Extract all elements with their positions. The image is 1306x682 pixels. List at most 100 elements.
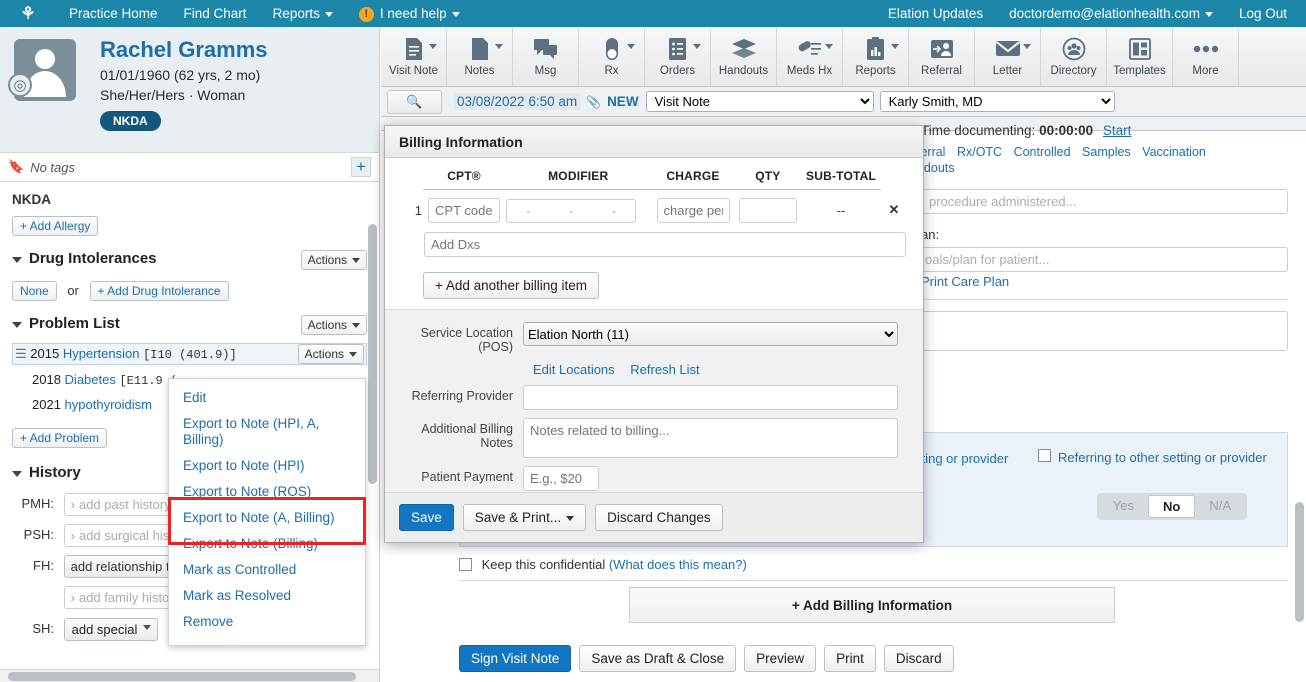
paperclip-icon[interactable]: 📎 — [586, 95, 601, 109]
referring-provider-input[interactable] — [523, 385, 898, 410]
billing-notes-textarea[interactable] — [523, 418, 898, 458]
sh-select[interactable]: add special — [64, 618, 159, 641]
toolbar-templates[interactable]: Templates — [1107, 27, 1173, 86]
chevron-down-icon[interactable] — [429, 44, 437, 49]
toolbar-orders[interactable]: Orders — [645, 27, 711, 86]
drag-handle-icon[interactable]: ☰ — [15, 346, 27, 361]
collapse-icon[interactable] — [12, 471, 22, 477]
toolbar-letter[interactable]: Letter — [975, 27, 1041, 86]
add-billing-information-button[interactable]: + Add Billing Information — [629, 587, 1115, 623]
search-input[interactable]: 🔍 — [387, 90, 442, 114]
note-provider-select[interactable]: Karly Smith, MD — [880, 91, 1115, 112]
toolbar-more[interactable]: More — [1173, 27, 1239, 86]
toolbar-handouts[interactable]: Handouts — [711, 27, 777, 86]
print-care-plan-link[interactable]: Print Care Plan — [921, 274, 1009, 289]
nav-practice-home[interactable]: Practice Home — [56, 0, 171, 27]
toolbar-reports[interactable]: Reports — [843, 27, 909, 86]
quick-link-controlled[interactable]: Controlled — [1014, 145, 1071, 159]
close-x-icon[interactable]: ✕ — [881, 190, 907, 225]
preview-button[interactable]: Preview — [744, 645, 816, 672]
chevron-down-icon[interactable] — [627, 44, 635, 49]
add-tag-button[interactable]: + — [351, 157, 371, 177]
note-type-select[interactable]: Visit Note — [646, 91, 874, 112]
toggle-no[interactable]: No — [1148, 495, 1195, 518]
drug-intolerance-none-button[interactable]: None — [12, 281, 57, 301]
charge-input[interactable] — [657, 198, 730, 223]
chevron-down-icon[interactable] — [1023, 44, 1031, 49]
menu-item-mark-as-controlled[interactable]: Mark as Controlled — [169, 557, 365, 583]
chevron-down-icon[interactable] — [693, 44, 701, 49]
procedure-field[interactable]: procedure administered... — [921, 189, 1288, 214]
confidential-help-link[interactable]: (What does this mean?) — [609, 557, 747, 572]
edit-locations-link[interactable]: Edit Locations — [533, 362, 615, 377]
discard-changes-button[interactable]: Discard Changes — [595, 504, 723, 531]
refresh-list-link[interactable]: Refresh List — [630, 362, 699, 377]
nav-elation-updates[interactable]: Elation Updates — [875, 0, 996, 27]
menu-item-remove[interactable]: Remove — [169, 609, 365, 635]
sidebar-horizontal-scrollbar[interactable] — [0, 669, 380, 682]
menu-item-export-billing[interactable]: Export to Note (Billing) — [169, 531, 365, 557]
problem-actions-button[interactable]: Actions — [298, 344, 364, 364]
service-location-select[interactable]: Elation North (11) — [523, 322, 898, 346]
problem-list-actions-button[interactable]: Actions — [301, 315, 367, 335]
toolbar-meds-hx[interactable]: Meds Hx — [777, 27, 843, 86]
modifier-input-group[interactable]: - - - — [506, 199, 636, 223]
menu-item-mark-as-resolved[interactable]: Mark as Resolved — [169, 583, 365, 609]
print-button[interactable]: Print — [824, 645, 876, 672]
collapse-icon[interactable] — [12, 322, 22, 328]
yes-no-na-toggle[interactable]: Yes No N/A — [1097, 493, 1247, 520]
add-another-billing-item-button[interactable]: + Add another billing item — [423, 272, 599, 299]
save-as-draft-button[interactable]: Save as Draft & Close — [579, 645, 736, 672]
problem-name[interactable]: Hypertension — [63, 346, 140, 361]
menu-item-edit[interactable]: Edit — [169, 385, 365, 411]
referring-to-checkbox[interactable] — [1038, 449, 1051, 462]
modifier-2[interactable]: - — [569, 204, 573, 218]
save-button[interactable]: Save — [399, 504, 454, 531]
problem-name[interactable]: hypothyroidism — [65, 397, 152, 412]
chevron-down-icon[interactable] — [891, 44, 899, 49]
note-scrollbar[interactable] — [1295, 172, 1304, 672]
add-drug-intolerance-button[interactable]: + Add Drug Intolerance — [90, 281, 229, 301]
add-allergy-button[interactable]: + Add Allergy — [12, 216, 98, 236]
nav-log-out[interactable]: Log Out — [1226, 0, 1300, 27]
qty-input[interactable] — [739, 198, 797, 223]
modifier-3[interactable]: - — [612, 204, 616, 218]
toolbar-notes[interactable]: Notes — [447, 27, 513, 86]
modifier-1[interactable]: - — [526, 204, 530, 218]
nav-account-menu[interactable]: doctordemo@elationhealth.com — [996, 0, 1226, 27]
patient-payment-input[interactable] — [523, 466, 599, 491]
quick-link-vaccination[interactable]: Vaccination — [1142, 145, 1206, 159]
problem-name[interactable]: Diabetes — [65, 372, 116, 387]
sidebar-scrollbar[interactable] — [368, 182, 377, 680]
collapse-icon[interactable] — [12, 257, 22, 263]
save-and-print-button[interactable]: Save & Print... — [463, 504, 586, 531]
status-badge[interactable]: NKDA — [100, 111, 161, 131]
menu-item-export-a-billing[interactable]: Export to Note (A, Billing) — [169, 505, 365, 531]
quick-link-samples[interactable]: Samples — [1082, 145, 1131, 159]
patient-name[interactable]: Rachel Gramms — [100, 37, 367, 63]
toolbar-directory[interactable]: Directory — [1041, 27, 1107, 86]
toggle-yes[interactable]: Yes — [1099, 495, 1148, 518]
drug-intolerances-actions-button[interactable]: Actions — [301, 250, 367, 270]
chevron-down-icon[interactable] — [495, 44, 503, 49]
elation-logo-icon[interactable]: ⚘ — [0, 4, 56, 24]
toolbar-visit-note[interactable]: Visit Note — [381, 27, 447, 86]
plan-field[interactable]: oals/plan for patient... — [917, 247, 1288, 272]
sign-visit-note-button[interactable]: Sign Visit Note — [459, 645, 571, 672]
quick-link-handouts[interactable]: Handouts — [901, 161, 1293, 175]
table-row[interactable]: ☰ 2015 Hypertension [I10 (401.9)] Action… — [12, 343, 367, 365]
add-dxs-input[interactable] — [424, 232, 906, 257]
discard-button[interactable]: Discard — [884, 645, 954, 672]
quick-link-rx-otc[interactable]: Rx/OTC — [957, 145, 1002, 159]
cpt-code-input[interactable] — [428, 198, 500, 223]
nav-find-chart[interactable]: Find Chart — [171, 0, 260, 27]
toolbar-rx[interactable]: Rx — [579, 27, 645, 86]
note-date[interactable]: 03/08/2022 6:50 am — [454, 93, 580, 110]
confidential-checkbox[interactable] — [459, 558, 472, 571]
toggle-na[interactable]: N/A — [1195, 495, 1245, 518]
start-timer-link[interactable]: Start — [1103, 123, 1132, 138]
toolbar-msg[interactable]: Msg — [513, 27, 579, 86]
add-problem-button[interactable]: + Add Problem — [12, 428, 107, 448]
nav-reports[interactable]: Reports — [260, 0, 346, 27]
menu-item-export-ros[interactable]: Export to Note (ROS) — [169, 479, 365, 505]
